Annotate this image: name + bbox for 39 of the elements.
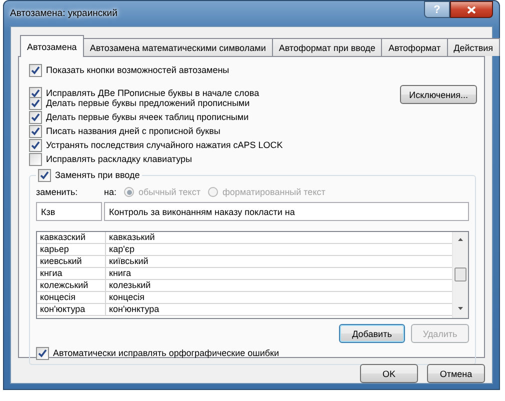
with-label: на:	[104, 187, 116, 197]
table-cell[interactable]: кавказский	[37, 232, 106, 244]
table-cell[interactable]: карьер	[37, 244, 106, 256]
replace-label: заменить:	[36, 187, 79, 197]
window-title: Автозамена: украинский	[10, 8, 118, 19]
ok-button[interactable]: OK	[360, 364, 418, 383]
checkbox-label: Делать первые буквы предложений прописными	[46, 98, 250, 108]
table-cell[interactable]: концесія	[106, 292, 452, 304]
checkbox-label: Исправлять ДВе ПРописные буквы в начале слова	[46, 88, 260, 98]
with-field[interactable]: Контроль за виконанням наказу покласти на	[104, 202, 469, 221]
table-cell[interactable]: киевський	[37, 256, 106, 268]
table-cell[interactable]: колезький	[106, 280, 452, 292]
table-cell[interactable]: кнгиа	[37, 268, 106, 280]
add-button[interactable]: Добавить	[339, 324, 405, 343]
checkbox-label: Делать первые буквы ячеек таблиц прописными	[46, 112, 249, 122]
table-cell[interactable]: кон'юнктура	[106, 304, 452, 316]
replace-field[interactable]: Кзв	[36, 202, 102, 221]
tab[interactable]: Действия	[446, 38, 500, 56]
tab[interactable]: Автоформат при вводе	[272, 38, 382, 56]
exceptions-button[interactable]: Исключения...	[400, 85, 477, 104]
checkbox-label: Писать названия дней с прописной буквы	[46, 126, 220, 136]
checkbox-label: Устранять последствия случайного нажатия cAPS LOCK	[46, 140, 283, 150]
table-cell[interactable]: кар'єр	[106, 244, 452, 256]
radio-label: обычный текст	[138, 187, 200, 197]
checkbox-label: Показать кнопки возможностей автозамены	[46, 65, 230, 75]
table-cell[interactable]: книга	[106, 268, 452, 280]
table-cell[interactable]: колежський	[37, 280, 106, 292]
tab[interactable]: Автозамена математическими символами	[82, 38, 273, 56]
table-cell[interactable]: кавказький	[106, 232, 452, 244]
tab[interactable]: Автозамена	[20, 35, 84, 57]
checkbox-label: Заменять при вводе	[55, 170, 140, 180]
radio-label: форматированный текст	[222, 187, 326, 197]
tab[interactable]: Автоформат	[381, 38, 448, 56]
cancel-button[interactable]: Отмена	[427, 364, 485, 383]
table-cell[interactable]: концесія	[37, 292, 106, 304]
table-cell[interactable]: кон'юктура	[37, 304, 106, 316]
table-cell[interactable]: київський	[106, 256, 452, 268]
checkbox-label: Автоматически исправлять орфографические ошибки	[53, 348, 280, 358]
checkbox-label: Исправлять раскладку клавиатуры	[46, 154, 192, 164]
